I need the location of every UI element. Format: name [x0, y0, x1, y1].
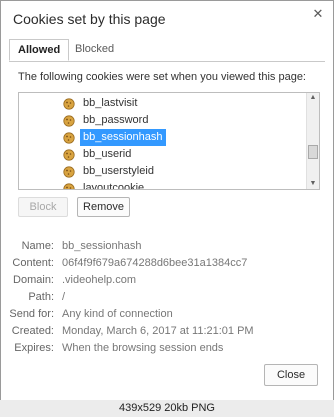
scroll-up-icon[interactable]: ▲: [307, 93, 319, 103]
detail-name-value: bb_sessionhash: [62, 240, 142, 252]
cookie-icon: [63, 182, 75, 189]
detail-created-label: Created:: [11, 325, 54, 337]
scrollbar-thumb[interactable]: [308, 145, 318, 159]
cookie-item-layoutcookie[interactable]: layoutcookie: [63, 180, 147, 190]
cookies-dialog: Cookies set by this page ✕ Allowed Block…: [0, 0, 334, 401]
detail-domain-label: Domain:: [13, 274, 54, 286]
scroll-down-icon[interactable]: ▼: [307, 179, 319, 189]
detail-created-value: Monday, March 6, 2017 at 11:21:01 PM: [62, 325, 254, 337]
intro-text: The following cookies were set when you …: [18, 71, 306, 83]
tree-scrollbar[interactable]: ▲ ▼: [306, 93, 319, 189]
cookie-item-bb-userid[interactable]: bb_userid: [63, 146, 134, 163]
cookie-icon: [63, 97, 75, 110]
cookie-item-label: bb_password: [83, 114, 149, 126]
block-button[interactable]: Block: [18, 197, 68, 217]
image-caption: 439x529 20kb PNG: [0, 400, 334, 417]
cookie-icon: [63, 148, 75, 161]
detail-expires-value: When the browsing session ends: [62, 342, 224, 354]
cookie-item-label: bb_userid: [83, 148, 132, 160]
detail-expires-label: Expires:: [14, 342, 54, 354]
tab-divider: [9, 61, 325, 62]
close-button[interactable]: Close: [264, 364, 318, 386]
detail-send-for-value: Any kind of connection: [62, 308, 173, 320]
cookie-icon: [63, 114, 75, 127]
cookie-item-bb-password[interactable]: bb_password: [63, 112, 151, 129]
dialog-title: Cookies set by this page: [13, 11, 166, 27]
cookie-icon: [63, 165, 75, 178]
cookie-item-label: bb_sessionhash: [80, 129, 166, 146]
cookie-item-bb-sessionhash[interactable]: bb_sessionhash: [63, 129, 166, 146]
tab-allowed[interactable]: Allowed: [9, 39, 70, 61]
cookie-item-bb-userstyleid[interactable]: bb_userstyleid: [63, 163, 157, 180]
detail-path-label: Path:: [28, 291, 54, 303]
cookie-item-label: layoutcookie: [83, 182, 145, 190]
cookie-tree[interactable]: bb_lastvisit bb_password bb_sessionhash …: [18, 92, 320, 190]
cookie-icon: [63, 131, 75, 144]
detail-name-label: Name:: [21, 240, 54, 252]
detail-send-for-label: Send for:: [9, 308, 54, 320]
detail-path-value: /: [62, 291, 66, 303]
remove-button[interactable]: Remove: [77, 197, 130, 217]
detail-domain-value: .videohelp.com: [62, 274, 136, 286]
detail-content-label: Content:: [12, 257, 54, 269]
cookie-item-label: bb_userstyleid: [83, 165, 154, 177]
detail-content-value: 06f4f9f679a674288d6bee31a1384cc7: [62, 257, 248, 269]
tab-blocked[interactable]: Blocked: [67, 39, 122, 59]
close-icon[interactable]: ✕: [311, 7, 325, 21]
cookie-item-bb-lastvisit[interactable]: bb_lastvisit: [63, 95, 140, 112]
cookie-item-label: bb_lastvisit: [83, 97, 138, 109]
